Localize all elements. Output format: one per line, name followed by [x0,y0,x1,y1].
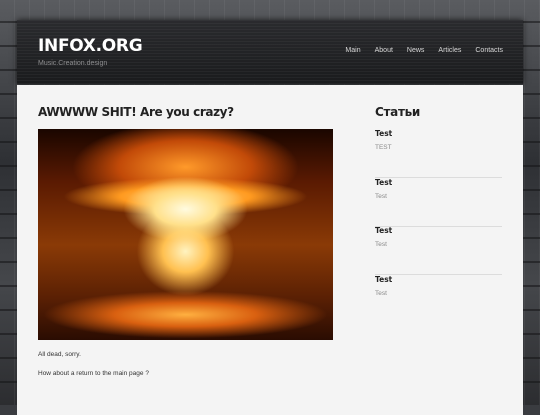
nav-about[interactable]: About [375,47,393,54]
post-text-dead: All dead, sorry. [38,351,81,358]
sidebar-article: Test Test [375,178,502,227]
sidebar-article-desc: TEST [375,144,392,151]
sidebar-article: Test Test [375,275,502,323]
main-nav: Main About News Articles Contacts [345,47,503,54]
sidebar-article-title[interactable]: Test [375,178,392,187]
site-tagline: Music.Creation.design [38,60,108,67]
sidebar-article-title[interactable]: Test [375,129,392,138]
nav-articles[interactable]: Articles [438,47,461,54]
sidebar-article: Test Test [375,226,502,275]
nav-news[interactable]: News [407,47,425,54]
sidebar-article-desc: Test [375,193,387,200]
sidebar-article-title[interactable]: Test [375,275,392,284]
content-area: AWWWW SHIT! Are you crazy? All dead, sor… [17,85,523,415]
sidebar-article: Test TEST [375,129,502,178]
sidebar-title: Статьи [375,105,421,119]
sidebar-article-title[interactable]: Test [375,226,392,235]
site-logo[interactable]: INFOX.ORG [38,36,143,56]
nav-contacts[interactable]: Contacts [475,47,503,54]
post-title: AWWWW SHIT! Are you crazy? [38,105,234,119]
nav-main[interactable]: Main [345,47,360,54]
post-text-return-link[interactable]: How about a return to the main page ? [38,370,149,377]
site-header: INFOX.ORG Music.Creation.design Main Abo… [17,20,523,84]
sidebar-article-desc: Test [375,290,387,297]
explosion-image [38,129,333,340]
sidebar-article-desc: Test [375,241,387,248]
